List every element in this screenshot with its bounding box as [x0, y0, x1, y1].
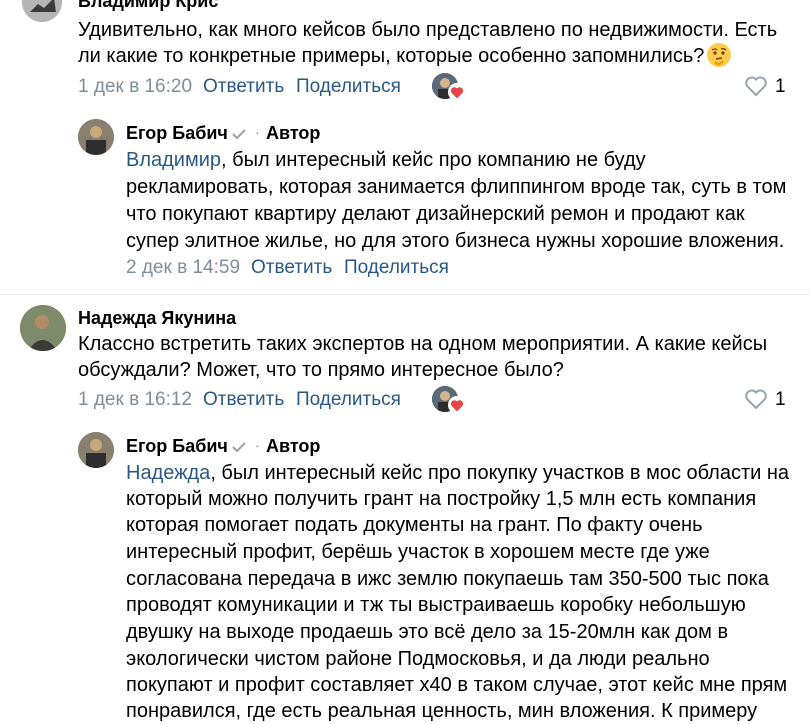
- reply-text-line: рекламировать, которая занимается флиппи…: [126, 176, 787, 198]
- like-count: 1: [775, 389, 786, 410]
- share-button[interactable]: Поделиться: [296, 389, 401, 411]
- heart-icon: [448, 83, 466, 101]
- avatar[interactable]: [78, 432, 114, 468]
- comment-text-line: ли какие то конкретные примеры, которые …: [78, 45, 705, 67]
- verified-check-icon: [232, 442, 246, 453]
- reply-button[interactable]: Ответить: [251, 257, 332, 279]
- reply-text-line: Владимир, был интересный кейс про компан…: [126, 149, 646, 171]
- share-button[interactable]: Поделиться: [296, 76, 401, 98]
- mention-link[interactable]: Владимир: [126, 149, 221, 171]
- separator-dot: ·: [255, 124, 260, 140]
- avatar[interactable]: [20, 305, 66, 351]
- reply-text-line: двушку на выходе продаешь это всё дело з…: [126, 621, 729, 643]
- liker-avatar[interactable]: [432, 386, 466, 414]
- avatar[interactable]: [22, 0, 62, 22]
- reply-text-line: покупают и профит составляет х40 в таком…: [126, 674, 788, 696]
- thinking-face-icon: [707, 43, 731, 67]
- reply-text-line: согласована передача в ижс землю покупае…: [126, 568, 769, 590]
- liker-avatar[interactable]: [432, 73, 466, 101]
- reply-date[interactable]: 2 дек в 14:59: [126, 257, 240, 279]
- reply-text-line: интересный профит, берёшь участок в хоро…: [126, 541, 710, 563]
- reply-author[interactable]: Егор Бабич: [126, 436, 228, 457]
- comment-author[interactable]: Владимир Крис: [78, 0, 218, 12]
- reply-button[interactable]: Ответить: [203, 389, 284, 411]
- reply-text-line: понравился, где есть реальная ценность, …: [126, 700, 758, 722]
- comment-date[interactable]: 1 дек в 16:20: [78, 76, 192, 98]
- comment-text-line: Удивительно, как много кейсов было предс…: [78, 19, 778, 41]
- avatar[interactable]: [78, 119, 114, 155]
- author-badge: Автор: [266, 123, 321, 143]
- reply-author[interactable]: Егор Бабич: [126, 123, 228, 144]
- reply-text-line: которая помогает подать документы на гра…: [126, 514, 703, 536]
- like-count: 1: [775, 76, 786, 97]
- comment-date[interactable]: 1 дек в 16:12: [78, 389, 192, 411]
- reply-button[interactable]: Ответить: [203, 76, 284, 98]
- heart-icon: [448, 396, 466, 414]
- reply-text-line: проводят комуникации и тж ты выстраиваеш…: [126, 594, 746, 616]
- reply-text-line: супер элитное жилье, но для этого бизнес…: [126, 230, 785, 252]
- author-badge: Автор: [266, 436, 321, 456]
- divider: [0, 294, 810, 295]
- separator-dot: ·: [255, 437, 260, 453]
- like-button[interactable]: [744, 388, 768, 410]
- comment-text-line: обсуждали? Может, что то прямо интересно…: [78, 359, 564, 381]
- reply-text-line: что покупают квартиру делают дизайнерски…: [126, 203, 745, 225]
- comment-text-line: Классно встретить таких экспертов на одн…: [78, 333, 768, 355]
- share-button[interactable]: Поделиться: [344, 257, 449, 279]
- reply-text-line: экологически чистом районе Подмосковья, …: [126, 648, 710, 670]
- reply-text-line: который можно получить грант на постройк…: [126, 488, 757, 510]
- like-button[interactable]: [744, 75, 768, 97]
- reply-text-line: Надежда, был интересный кейс про покупку…: [126, 462, 790, 484]
- mention-link[interactable]: Надежда: [126, 462, 210, 484]
- verified-check-icon: [232, 129, 246, 140]
- comment-author[interactable]: Надежда Якунина: [78, 308, 236, 329]
